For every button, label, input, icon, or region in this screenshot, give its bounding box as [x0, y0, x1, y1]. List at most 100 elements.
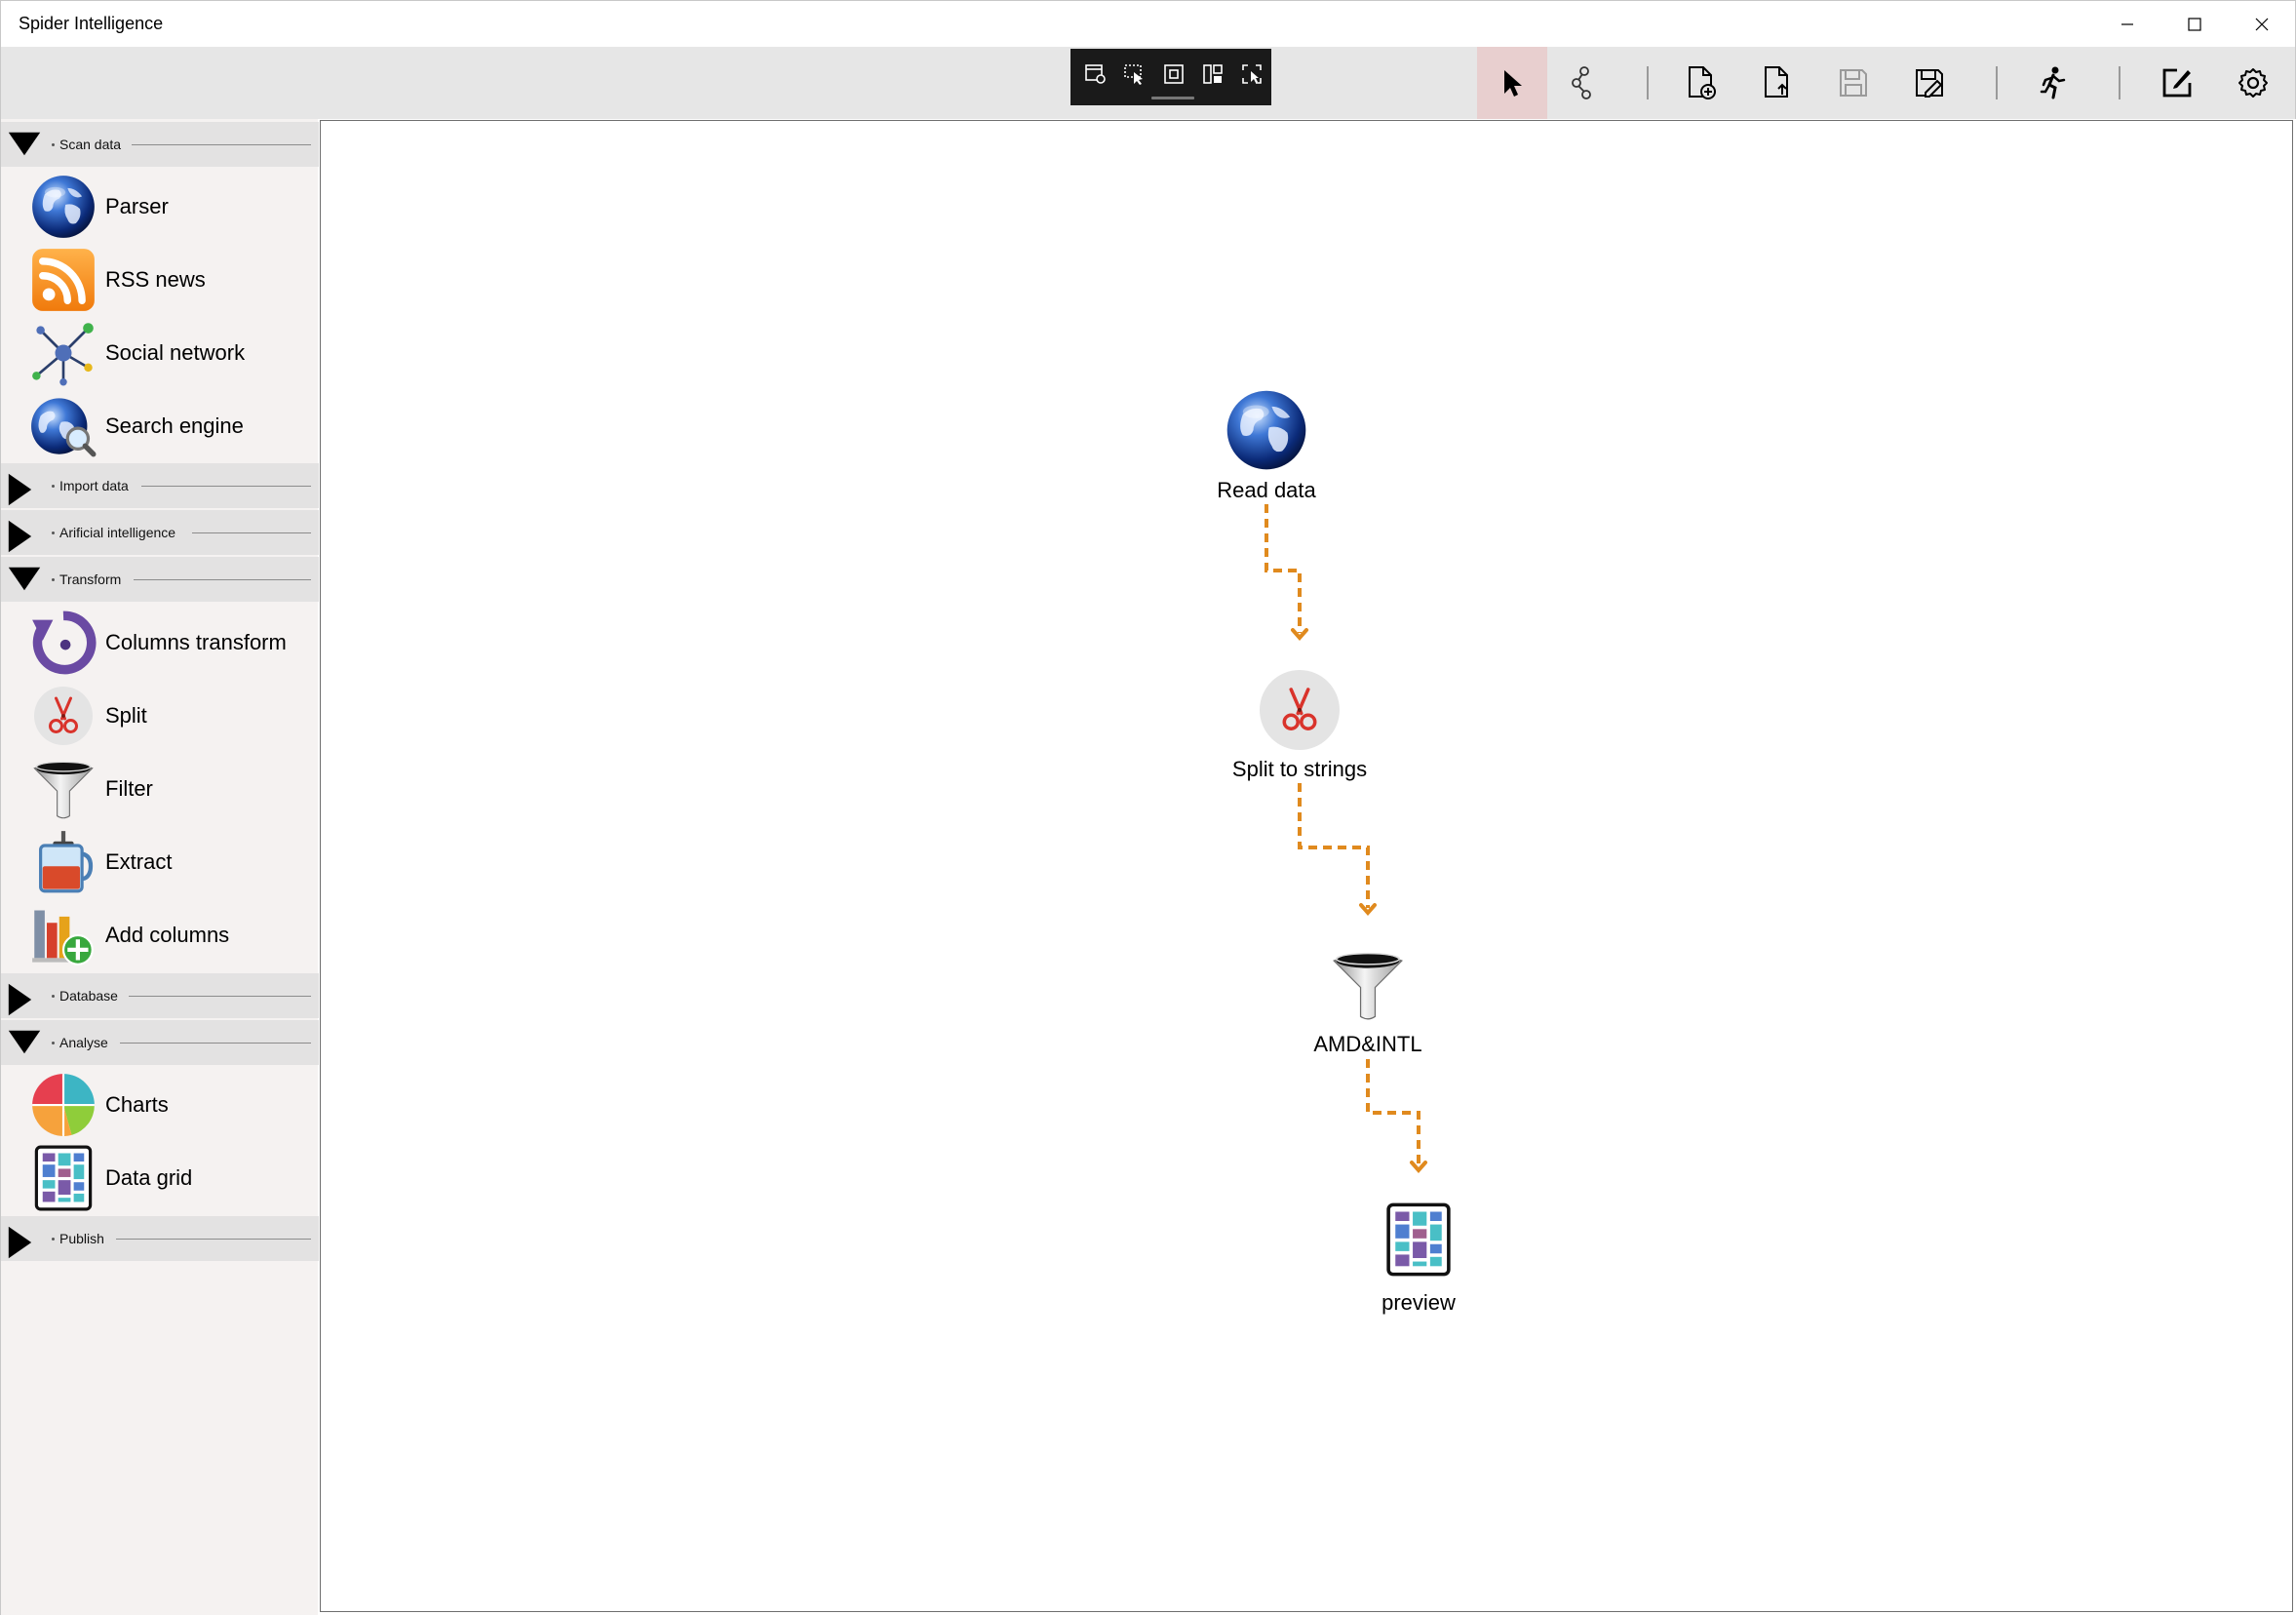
- tool-label: Add columns: [105, 923, 230, 947]
- expand-triangle-icon: [7, 1225, 33, 1260]
- mini-toolbar-grip[interactable]: [1151, 97, 1194, 99]
- frame-icon[interactable]: [1156, 59, 1191, 90]
- collapse-triangle-icon: [7, 566, 42, 592]
- gear-icon: [2238, 68, 2268, 98]
- screenshot-icon[interactable]: [1234, 59, 1269, 90]
- globe-icon: [1225, 388, 1308, 472]
- section-transform[interactable]: Transform: [1, 557, 319, 602]
- section-dot: [52, 1042, 55, 1044]
- connector-split-to-filter[interactable]: [1298, 783, 1370, 908]
- section-dot: [52, 1238, 55, 1241]
- tool-label: RSS news: [105, 267, 206, 292]
- workflow-canvas[interactable]: Read data Split to strings AMD&INTL prev…: [320, 120, 2293, 1612]
- section-divider: [192, 532, 311, 533]
- social-network-icon: [30, 320, 97, 386]
- connectors-layer: [1265, 504, 1427, 1174]
- grid-icon[interactable]: [1195, 59, 1230, 90]
- maximize-button[interactable]: [2160, 1, 2228, 48]
- tool-label: Data grid: [105, 1165, 193, 1190]
- tool-data-grid[interactable]: Data grid: [1, 1141, 319, 1214]
- section-label: Publish: [59, 1231, 112, 1246]
- tool-charts[interactable]: Charts: [1, 1068, 319, 1141]
- section-divider: [116, 1239, 311, 1240]
- section-publish[interactable]: Publish: [1, 1216, 319, 1261]
- section-divider: [134, 579, 311, 580]
- section-artificial-intelligence[interactable]: Arificial intelligence: [1, 510, 319, 555]
- tool-social-network[interactable]: Social network: [1, 316, 319, 389]
- tool-label: Charts: [105, 1092, 169, 1117]
- tool-label: Split: [105, 703, 147, 728]
- toolbar-separator: [1996, 66, 1998, 99]
- tool-add-columns[interactable]: Add columns: [1, 898, 319, 971]
- connector-arrowhead: [1410, 1161, 1427, 1174]
- section-analyse[interactable]: Analyse: [1, 1020, 319, 1065]
- data-grid-icon: [1381, 1201, 1456, 1279]
- pie-chart-icon: [30, 1072, 97, 1138]
- section-database[interactable]: Database: [1, 973, 319, 1018]
- section-divider: [120, 1043, 311, 1044]
- tool-extract[interactable]: Extract: [1, 825, 319, 898]
- tool-columns-transform[interactable]: Columns transform: [1, 606, 319, 679]
- tool-label: Parser: [105, 194, 169, 218]
- tool-search-engine[interactable]: Search engine: [1, 389, 319, 462]
- save-icon: [1840, 69, 1867, 97]
- save-as-button[interactable]: [1894, 47, 1965, 119]
- save-as-icon: [1916, 69, 1943, 98]
- runner-icon: [2040, 66, 2066, 99]
- minimize-button[interactable]: [2093, 1, 2160, 48]
- node-label: preview: [1381, 1290, 1456, 1315]
- pointer-select-icon[interactable]: [1117, 59, 1152, 90]
- settings-button[interactable]: [2218, 47, 2288, 119]
- connect-nodes-icon: [1572, 66, 1591, 99]
- press-icon: [30, 829, 97, 895]
- tools-sidebar: Scan data Parser RSS news Social network…: [0, 119, 319, 1615]
- connector-arrowhead: [1291, 628, 1308, 642]
- section-label: Scan data: [59, 137, 130, 152]
- expand-triangle-icon: [7, 472, 33, 507]
- section-dot: [52, 485, 55, 488]
- rss-icon: [30, 247, 97, 313]
- collapse-triangle-icon: [7, 1029, 42, 1055]
- section-dot: [52, 143, 55, 146]
- minimize-icon: [2121, 23, 2133, 25]
- cursor-arrow-icon: [1504, 70, 1522, 97]
- open-project-button[interactable]: [1742, 47, 1812, 119]
- add-columns-icon: [30, 902, 97, 968]
- connector-filter-to-preview[interactable]: [1366, 1059, 1420, 1165]
- open-document-icon: [1765, 66, 1788, 98]
- select-tool-button[interactable]: [1477, 47, 1547, 119]
- tool-split[interactable]: Split: [1, 679, 319, 752]
- tool-parser[interactable]: Parser: [1, 170, 319, 243]
- app-title: Spider Intelligence: [19, 14, 164, 33]
- section-label: Database: [59, 988, 126, 1004]
- section-label: Arificial intelligence: [59, 525, 184, 540]
- maximize-icon: [2187, 18, 2201, 31]
- section-scan-data[interactable]: Scan data: [1, 122, 319, 167]
- columns-transform-icon: [30, 610, 97, 676]
- save-button[interactable]: [1818, 47, 1888, 119]
- section-import-data[interactable]: Import data: [1, 463, 319, 508]
- close-button[interactable]: [2228, 1, 2295, 48]
- section-dot: [52, 995, 55, 998]
- section-label: Import data: [59, 478, 136, 493]
- tool-label: Social network: [105, 340, 246, 365]
- globe-icon: [30, 174, 97, 240]
- tool-label: Extract: [105, 849, 173, 874]
- tool-label: Filter: [105, 776, 153, 801]
- collapse-triangle-icon: [7, 131, 42, 157]
- edit-button[interactable]: [2142, 47, 2212, 119]
- tool-filter[interactable]: Filter: [1, 752, 319, 825]
- tool-label: Columns transform: [105, 630, 287, 654]
- settings-window-icon[interactable]: [1078, 59, 1113, 90]
- scissors-icon: [34, 687, 93, 745]
- new-project-button[interactable]: [1666, 47, 1736, 119]
- section-divider: [141, 486, 311, 487]
- node-label: AMD&INTL: [1313, 1032, 1422, 1056]
- section-label: Transform: [59, 571, 130, 587]
- tool-rss-news[interactable]: RSS news: [1, 243, 319, 316]
- connect-tool-button[interactable]: [1547, 47, 1617, 119]
- connector-read-to-split[interactable]: [1265, 504, 1302, 633]
- scissors-icon: [1260, 670, 1340, 750]
- run-button[interactable]: [2019, 47, 2089, 119]
- toolbar-separator: [1647, 66, 1649, 99]
